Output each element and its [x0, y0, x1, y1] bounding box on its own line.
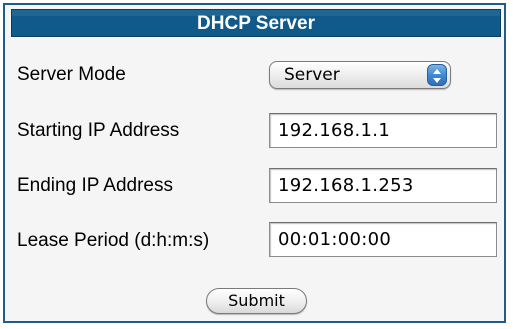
- panel-title: DHCP Server: [11, 9, 501, 37]
- lease-period-input[interactable]: [269, 222, 497, 257]
- lease-period-row: Lease Period (d:h:m:s): [11, 222, 501, 270]
- starting-ip-input[interactable]: [269, 113, 497, 148]
- server-mode-select[interactable]: Server: [269, 61, 451, 89]
- ending-ip-row: Ending IP Address: [11, 168, 501, 216]
- lease-period-label: Lease Period (d:h:m:s): [17, 230, 210, 251]
- starting-ip-label: Starting IP Address: [17, 120, 180, 141]
- server-mode-label: Server Mode: [17, 64, 126, 85]
- up-down-arrows-icon: [427, 64, 447, 86]
- submit-button[interactable]: Submit: [206, 288, 307, 314]
- ending-ip-label: Ending IP Address: [17, 175, 173, 196]
- dhcp-server-panel: DHCP Server Server Mode Server Starting …: [3, 3, 506, 323]
- server-mode-row: Server Mode Server: [11, 61, 501, 109]
- starting-ip-row: Starting IP Address: [11, 113, 501, 161]
- server-mode-selected-value: Server: [284, 65, 340, 85]
- ending-ip-input[interactable]: [269, 168, 497, 203]
